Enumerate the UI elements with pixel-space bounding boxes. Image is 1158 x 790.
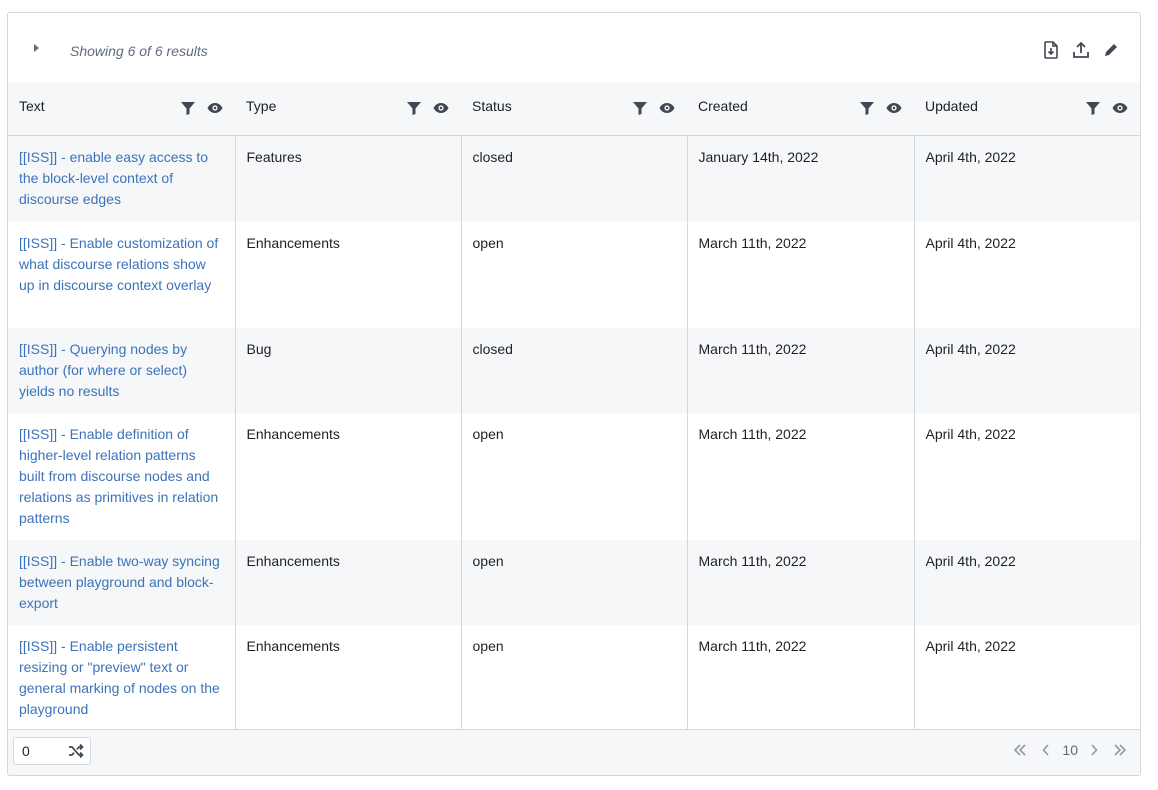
text-cell: [[ISS]] - Enable two-way syncing between… <box>8 540 236 625</box>
filter-icon[interactable] <box>1086 101 1100 115</box>
results-count-text: Showing 6 of 6 results <box>70 43 208 59</box>
eye-icon[interactable] <box>207 102 223 114</box>
created-cell: January 14th, 2022 <box>687 135 915 222</box>
status-cell: open <box>461 413 688 540</box>
results-table: Text Type Status Created Updated [[ISS]]… <box>8 83 1140 731</box>
results-toolbar: Showing 6 of 6 results <box>8 13 1140 83</box>
eye-icon[interactable] <box>1112 102 1128 114</box>
created-cell: March 11th, 2022 <box>687 625 915 731</box>
issue-link[interactable]: [[ISS]] - Enable definition of higher-le… <box>19 426 218 526</box>
edit-button[interactable] <box>1102 41 1120 59</box>
filter-icon[interactable] <box>407 101 421 115</box>
column-header-created[interactable]: Created <box>687 83 914 136</box>
issue-link[interactable]: [[ISS]] - enable easy access to the bloc… <box>19 149 208 207</box>
status-cell: open <box>461 222 688 328</box>
type-cell: Enhancements <box>235 222 462 328</box>
updated-cell: April 4th, 2022 <box>914 413 1140 540</box>
column-header-status[interactable]: Status <box>461 83 687 136</box>
filter-icon[interactable] <box>633 101 647 115</box>
table-footer: 10 <box>8 729 1140 775</box>
table-row: [[ISS]] - Enable two-way syncing between… <box>8 540 1140 625</box>
page-size-value[interactable]: 10 <box>1062 742 1078 758</box>
shuffle-button[interactable] <box>68 743 84 759</box>
eye-icon[interactable] <box>659 102 675 114</box>
text-cell: [[ISS]] - enable easy access to the bloc… <box>8 135 236 222</box>
double-chevron-right-icon <box>1114 744 1127 756</box>
chevron-left-icon <box>1042 744 1050 756</box>
results-panel: Showing 6 of 6 results Text Type Status … <box>7 12 1141 776</box>
updated-cell: April 4th, 2022 <box>914 625 1140 731</box>
table-header-row: Text Type Status Created Updated <box>8 83 1140 136</box>
issue-link[interactable]: [[ISS]] - Querying nodes by author (for … <box>19 341 187 399</box>
upload-button[interactable] <box>1072 41 1090 59</box>
created-cell: March 11th, 2022 <box>687 222 915 328</box>
updated-cell: April 4th, 2022 <box>914 328 1140 413</box>
issue-link[interactable]: [[ISS]] - Enable persistent resizing or … <box>19 638 220 717</box>
shuffle-icon <box>69 743 84 759</box>
created-cell: March 11th, 2022 <box>687 328 915 413</box>
export-file-icon <box>1044 41 1058 59</box>
chevron-right-icon <box>1091 744 1098 756</box>
issue-link[interactable]: [[ISS]] - Enable two-way syncing between… <box>19 553 220 611</box>
column-label: Created <box>698 98 748 114</box>
updated-cell: April 4th, 2022 <box>914 135 1140 222</box>
upload-icon <box>1073 41 1089 58</box>
filter-icon[interactable] <box>181 101 195 115</box>
export-file-button[interactable] <box>1042 41 1060 59</box>
type-cell: Features <box>235 135 462 222</box>
next-page-button[interactable] <box>1086 742 1102 758</box>
column-header-text[interactable]: Text <box>8 83 235 136</box>
column-label: Updated <box>925 98 978 114</box>
updated-cell: April 4th, 2022 <box>914 222 1140 328</box>
previous-page-button[interactable] <box>1038 742 1054 758</box>
random-input-group <box>13 737 91 765</box>
random-count-input[interactable] <box>22 743 62 759</box>
type-cell: Enhancements <box>235 540 462 625</box>
last-page-button[interactable] <box>1112 742 1128 758</box>
status-cell: closed <box>461 328 688 413</box>
text-cell: [[ISS]] - Querying nodes by author (for … <box>8 328 236 413</box>
text-cell: [[ISS]] - Enable persistent resizing or … <box>8 625 236 731</box>
created-cell: March 11th, 2022 <box>687 540 915 625</box>
status-cell: closed <box>461 135 688 222</box>
expand-caret-button[interactable] <box>26 37 46 59</box>
first-page-button[interactable] <box>1012 742 1028 758</box>
column-label: Type <box>246 98 277 114</box>
filter-icon[interactable] <box>860 101 874 115</box>
toolbar-actions <box>1042 41 1120 59</box>
table-row: [[ISS]] - Enable persistent resizing or … <box>8 625 1140 731</box>
eye-icon[interactable] <box>433 102 449 114</box>
column-header-type[interactable]: Type <box>235 83 461 136</box>
status-cell: open <box>461 540 688 625</box>
table-row: [[ISS]] - Enable customization of what d… <box>8 222 1140 328</box>
eye-icon[interactable] <box>886 102 902 114</box>
table-row: [[ISS]] - enable easy access to the bloc… <box>8 135 1140 222</box>
pagination: 10 <box>1012 742 1128 758</box>
updated-cell: April 4th, 2022 <box>914 540 1140 625</box>
caret-right-icon <box>34 44 39 52</box>
double-chevron-left-icon <box>1014 744 1026 756</box>
table-row: [[ISS]] - Querying nodes by author (for … <box>8 328 1140 413</box>
table-row: [[ISS]] - Enable definition of higher-le… <box>8 413 1140 540</box>
status-cell: open <box>461 625 688 731</box>
edit-icon <box>1105 44 1117 56</box>
text-cell: [[ISS]] - Enable definition of higher-le… <box>8 413 236 540</box>
text-cell: [[ISS]] - Enable customization of what d… <box>8 222 236 328</box>
column-label: Text <box>19 98 45 114</box>
type-cell: Enhancements <box>235 413 462 540</box>
type-cell: Bug <box>235 328 462 413</box>
column-header-updated[interactable]: Updated <box>914 83 1140 136</box>
issue-link[interactable]: [[ISS]] - Enable customization of what d… <box>19 235 218 293</box>
column-label: Status <box>472 98 512 114</box>
type-cell: Enhancements <box>235 625 462 731</box>
created-cell: March 11th, 2022 <box>687 413 915 540</box>
